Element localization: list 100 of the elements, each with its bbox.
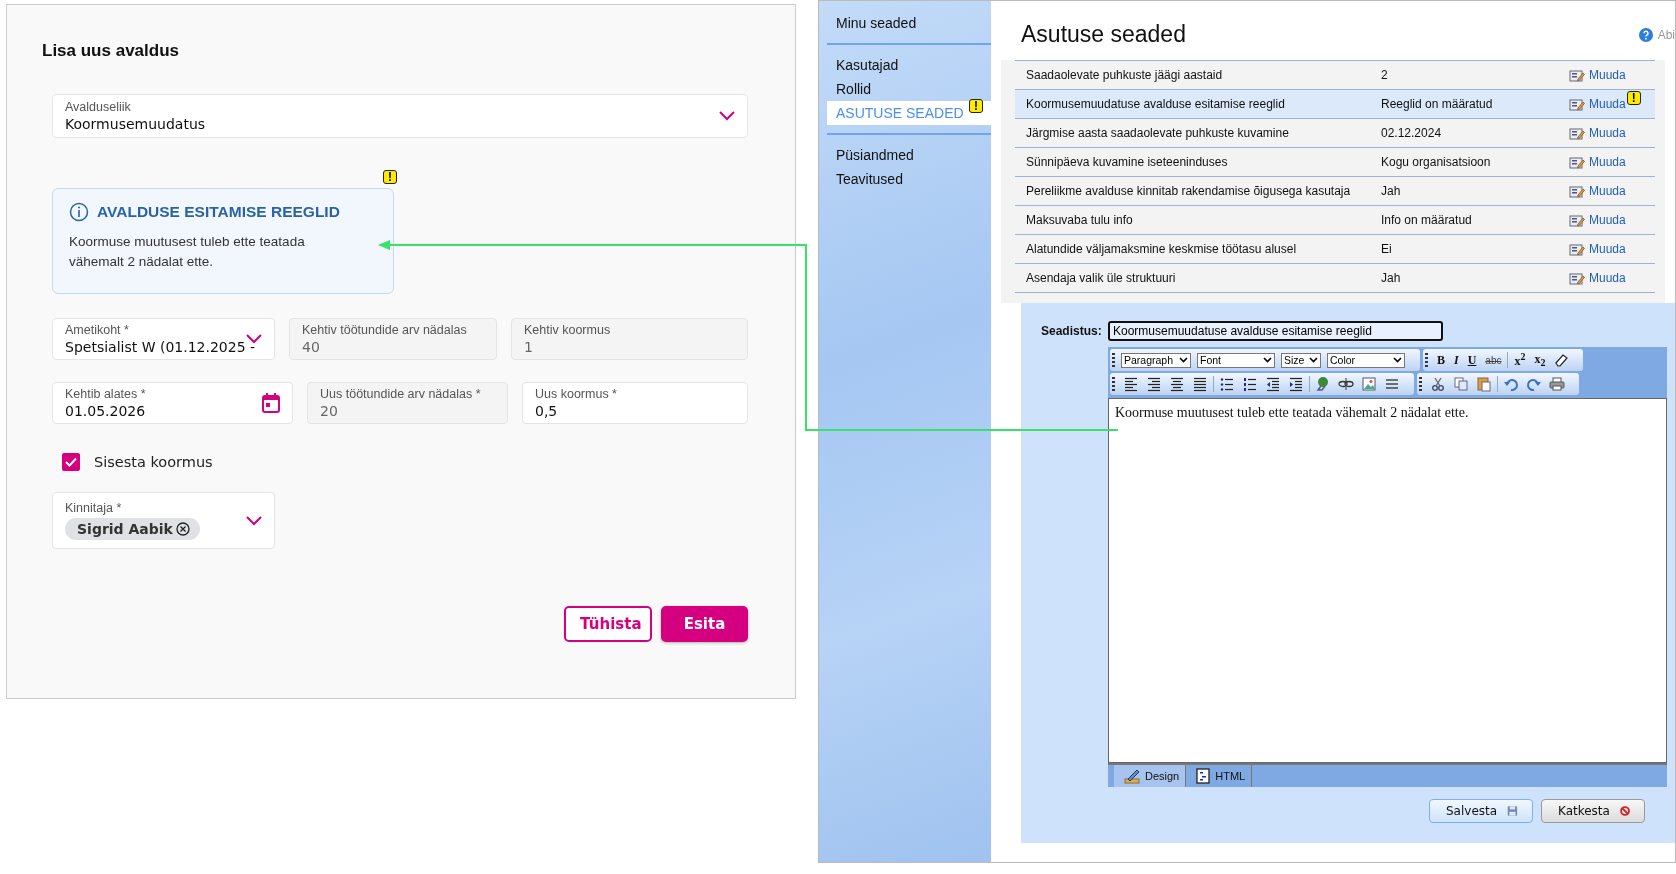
undo-icon[interactable]	[1503, 376, 1519, 392]
setting-value: 2	[1380, 68, 1389, 82]
person-chip[interactable]: Sigrid Aabik	[65, 518, 200, 540]
image-icon[interactable]	[1361, 376, 1377, 392]
sidebar-item[interactable]: Püsiandmed	[827, 143, 991, 167]
copy-icon[interactable]	[1453, 376, 1469, 392]
settings-row[interactable]: Asendaja valik üle struktuuri Jah Muuda	[1015, 263, 1655, 293]
paste-icon[interactable]	[1476, 376, 1492, 392]
format-button[interactable]: x$_{2}$	[1531, 351, 1549, 369]
cancel-button[interactable]: Katkesta	[1541, 799, 1645, 823]
form-title: Lisa uus avaldus	[42, 41, 180, 61]
globe-link-icon[interactable]	[1315, 376, 1331, 392]
format-button[interactable]: I	[1451, 352, 1462, 368]
scissors-icon[interactable]	[1430, 376, 1446, 392]
checkbox[interactable]	[62, 453, 80, 471]
chevron-down-icon	[246, 515, 262, 526]
edit-icon	[1569, 126, 1585, 140]
edit-link[interactable]: Muuda	[1564, 126, 1626, 140]
dropdown-field[interactable]: Kinnitaja * Sigrid Aabik	[52, 492, 275, 549]
info-icon	[69, 202, 89, 222]
setting-name: Asendaja valik üle struktuuri	[1025, 271, 1177, 285]
caret-icon	[1179, 357, 1188, 363]
setting-name: Alatundide väljamaksmine keskmise töötasu alusel	[1025, 242, 1298, 256]
setting-value: Kogu organisatsioon	[1380, 155, 1492, 169]
settings-row[interactable]: Sünnipäeva kuvamine iseteeninduses Kogu organisatsioon Muuda	[1015, 147, 1655, 176]
printer-icon[interactable]	[1549, 376, 1565, 392]
format-button[interactable]: x$^{2}$	[1511, 351, 1529, 369]
edit-link[interactable]: Muuda	[1564, 271, 1626, 285]
sidebar-item[interactable]: Minu seaded	[827, 11, 991, 35]
horizontal-rule-icon[interactable]	[1384, 376, 1400, 392]
setting-name: Saadaolevate puhkuste jäägi aastaid	[1025, 68, 1224, 82]
edit-link[interactable]: Muuda	[1564, 242, 1626, 256]
edit-link[interactable]: Muuda	[1564, 213, 1626, 227]
checkbox-label: Sisesta koormus	[94, 454, 213, 470]
edit-link[interactable]: Muuda	[1564, 184, 1626, 198]
dropdown-field[interactable]: Ametikoht * Spetsialist W (01.12.2025 -	[52, 318, 275, 360]
edit-icon	[1569, 242, 1585, 256]
setting-value: Ei	[1380, 242, 1393, 256]
toolbar-dropdown[interactable]: Size	[1281, 352, 1321, 368]
align-center-icon[interactable]	[1169, 376, 1185, 392]
unlink-icon[interactable]	[1338, 376, 1354, 392]
sidebar-item[interactable]: ASUTUSE SEADED !	[827, 101, 991, 125]
setting-name: Maksuvaba tulu info	[1025, 213, 1134, 227]
settings-row[interactable]: Maksuvaba tulu info Info on määratud Muuda	[1015, 205, 1655, 234]
warning-badge: !	[1626, 91, 1641, 105]
setting-value: Info on määratud	[1380, 213, 1473, 227]
calendar-icon[interactable]	[262, 393, 280, 413]
sidebar-item[interactable]: Rollid	[827, 77, 991, 101]
setting-name: Sünnipäeva kuvamine iseteeninduses	[1025, 155, 1229, 169]
align-left-icon[interactable]	[1123, 376, 1139, 392]
settings-row[interactable]: Alatundide väljamaksmine keskmise töötasu alusel Ei Muuda	[1015, 234, 1655, 263]
eraser-icon[interactable]	[1553, 352, 1570, 368]
edit-link[interactable]: Muuda	[1564, 155, 1626, 169]
field-label: Seadistus:	[1041, 324, 1099, 338]
justify-icon[interactable]	[1192, 376, 1208, 392]
sidebar-item[interactable]: Kasutajad	[827, 53, 991, 77]
warning-badge: !	[383, 170, 397, 184]
setting-value: Jah	[1380, 271, 1402, 285]
input-field[interactable]: Koormusemuudatuse avalduse esitamise reeglid	[1108, 321, 1443, 341]
settings-row[interactable]: Pereliikme avalduse kinnitab rakendamise õigusega kasutaja Jah Muuda	[1015, 176, 1655, 205]
dropdown-field[interactable]: Avalduseliik Koormusemuudatus	[52, 94, 748, 138]
settings-row[interactable]: Koormusemuudatuse avalduse esitamise reeglid Reeglid on määratud Muuda !	[1015, 89, 1655, 118]
toolbar-dropdown[interactable]: Paragraph	[1121, 352, 1191, 368]
pencil-ruler-icon	[1124, 768, 1140, 784]
cancel-button[interactable]: Tühista	[564, 606, 652, 642]
edit-icon	[1569, 97, 1585, 111]
settings-row[interactable]: Järgmise aasta saadaolevate puhkuste kuvamine 02.12.2024 Muuda	[1015, 118, 1655, 147]
setting-value: 02.12.2024	[1380, 126, 1443, 140]
warning-badge: !	[969, 99, 983, 113]
bullet-list-icon[interactable]	[1219, 376, 1235, 392]
setting-name: Pereliikme avalduse kinnitab rakendamise õigusega kasutaja	[1025, 184, 1352, 198]
setting-name: Koormusemuudatuse avalduse esitamise reeglid	[1025, 97, 1286, 111]
input-field[interactable]: Uus koormus * 0,5	[522, 382, 748, 424]
edit-icon	[1569, 155, 1585, 169]
format-button[interactable]: B	[1434, 352, 1448, 368]
indent-icon[interactable]	[1288, 376, 1304, 392]
numbered-list-icon[interactable]	[1242, 376, 1258, 392]
editor-text: Koormuse muutusest tuleb ette teatada vähemalt 2 nädalat ette.	[1115, 405, 1470, 421]
edit-link[interactable]: Muuda	[1564, 97, 1626, 111]
format-button[interactable]: U	[1464, 352, 1480, 368]
caret-icon	[1393, 357, 1402, 363]
sidebar-item[interactable]: Teavitused	[827, 167, 991, 191]
outdent-icon[interactable]	[1265, 376, 1281, 392]
text-editor[interactable]: Koormuse muutusest tuleb ette teatada vähemalt 2 nädalat ette.	[1108, 398, 1667, 763]
edit-icon	[1569, 271, 1585, 285]
redo-icon[interactable]	[1526, 376, 1542, 392]
caret-icon	[1263, 357, 1272, 363]
info-text: Koormuse muutusest tuleb ette teatada vähemalt 2 nädalat ette.	[69, 233, 306, 271]
submit-button[interactable]: Esita	[661, 606, 748, 642]
edit-link[interactable]: Muuda	[1564, 68, 1626, 82]
toolbar-dropdown[interactable]: Color	[1327, 352, 1405, 368]
remove-icon[interactable]	[175, 522, 190, 536]
editor-tab[interactable]: Design	[1114, 765, 1187, 787]
setting-value: Reeglid on määratud	[1380, 97, 1494, 111]
editor-tab[interactable]: HTML	[1186, 765, 1253, 787]
format-button[interactable]: abc	[1482, 354, 1505, 366]
save-button[interactable]: Salvesta	[1429, 799, 1533, 823]
align-right-icon[interactable]	[1146, 376, 1162, 392]
date-field[interactable]: Kehtib alates * 01.05.2026	[52, 382, 293, 424]
toolbar-dropdown[interactable]: Font	[1197, 352, 1275, 368]
